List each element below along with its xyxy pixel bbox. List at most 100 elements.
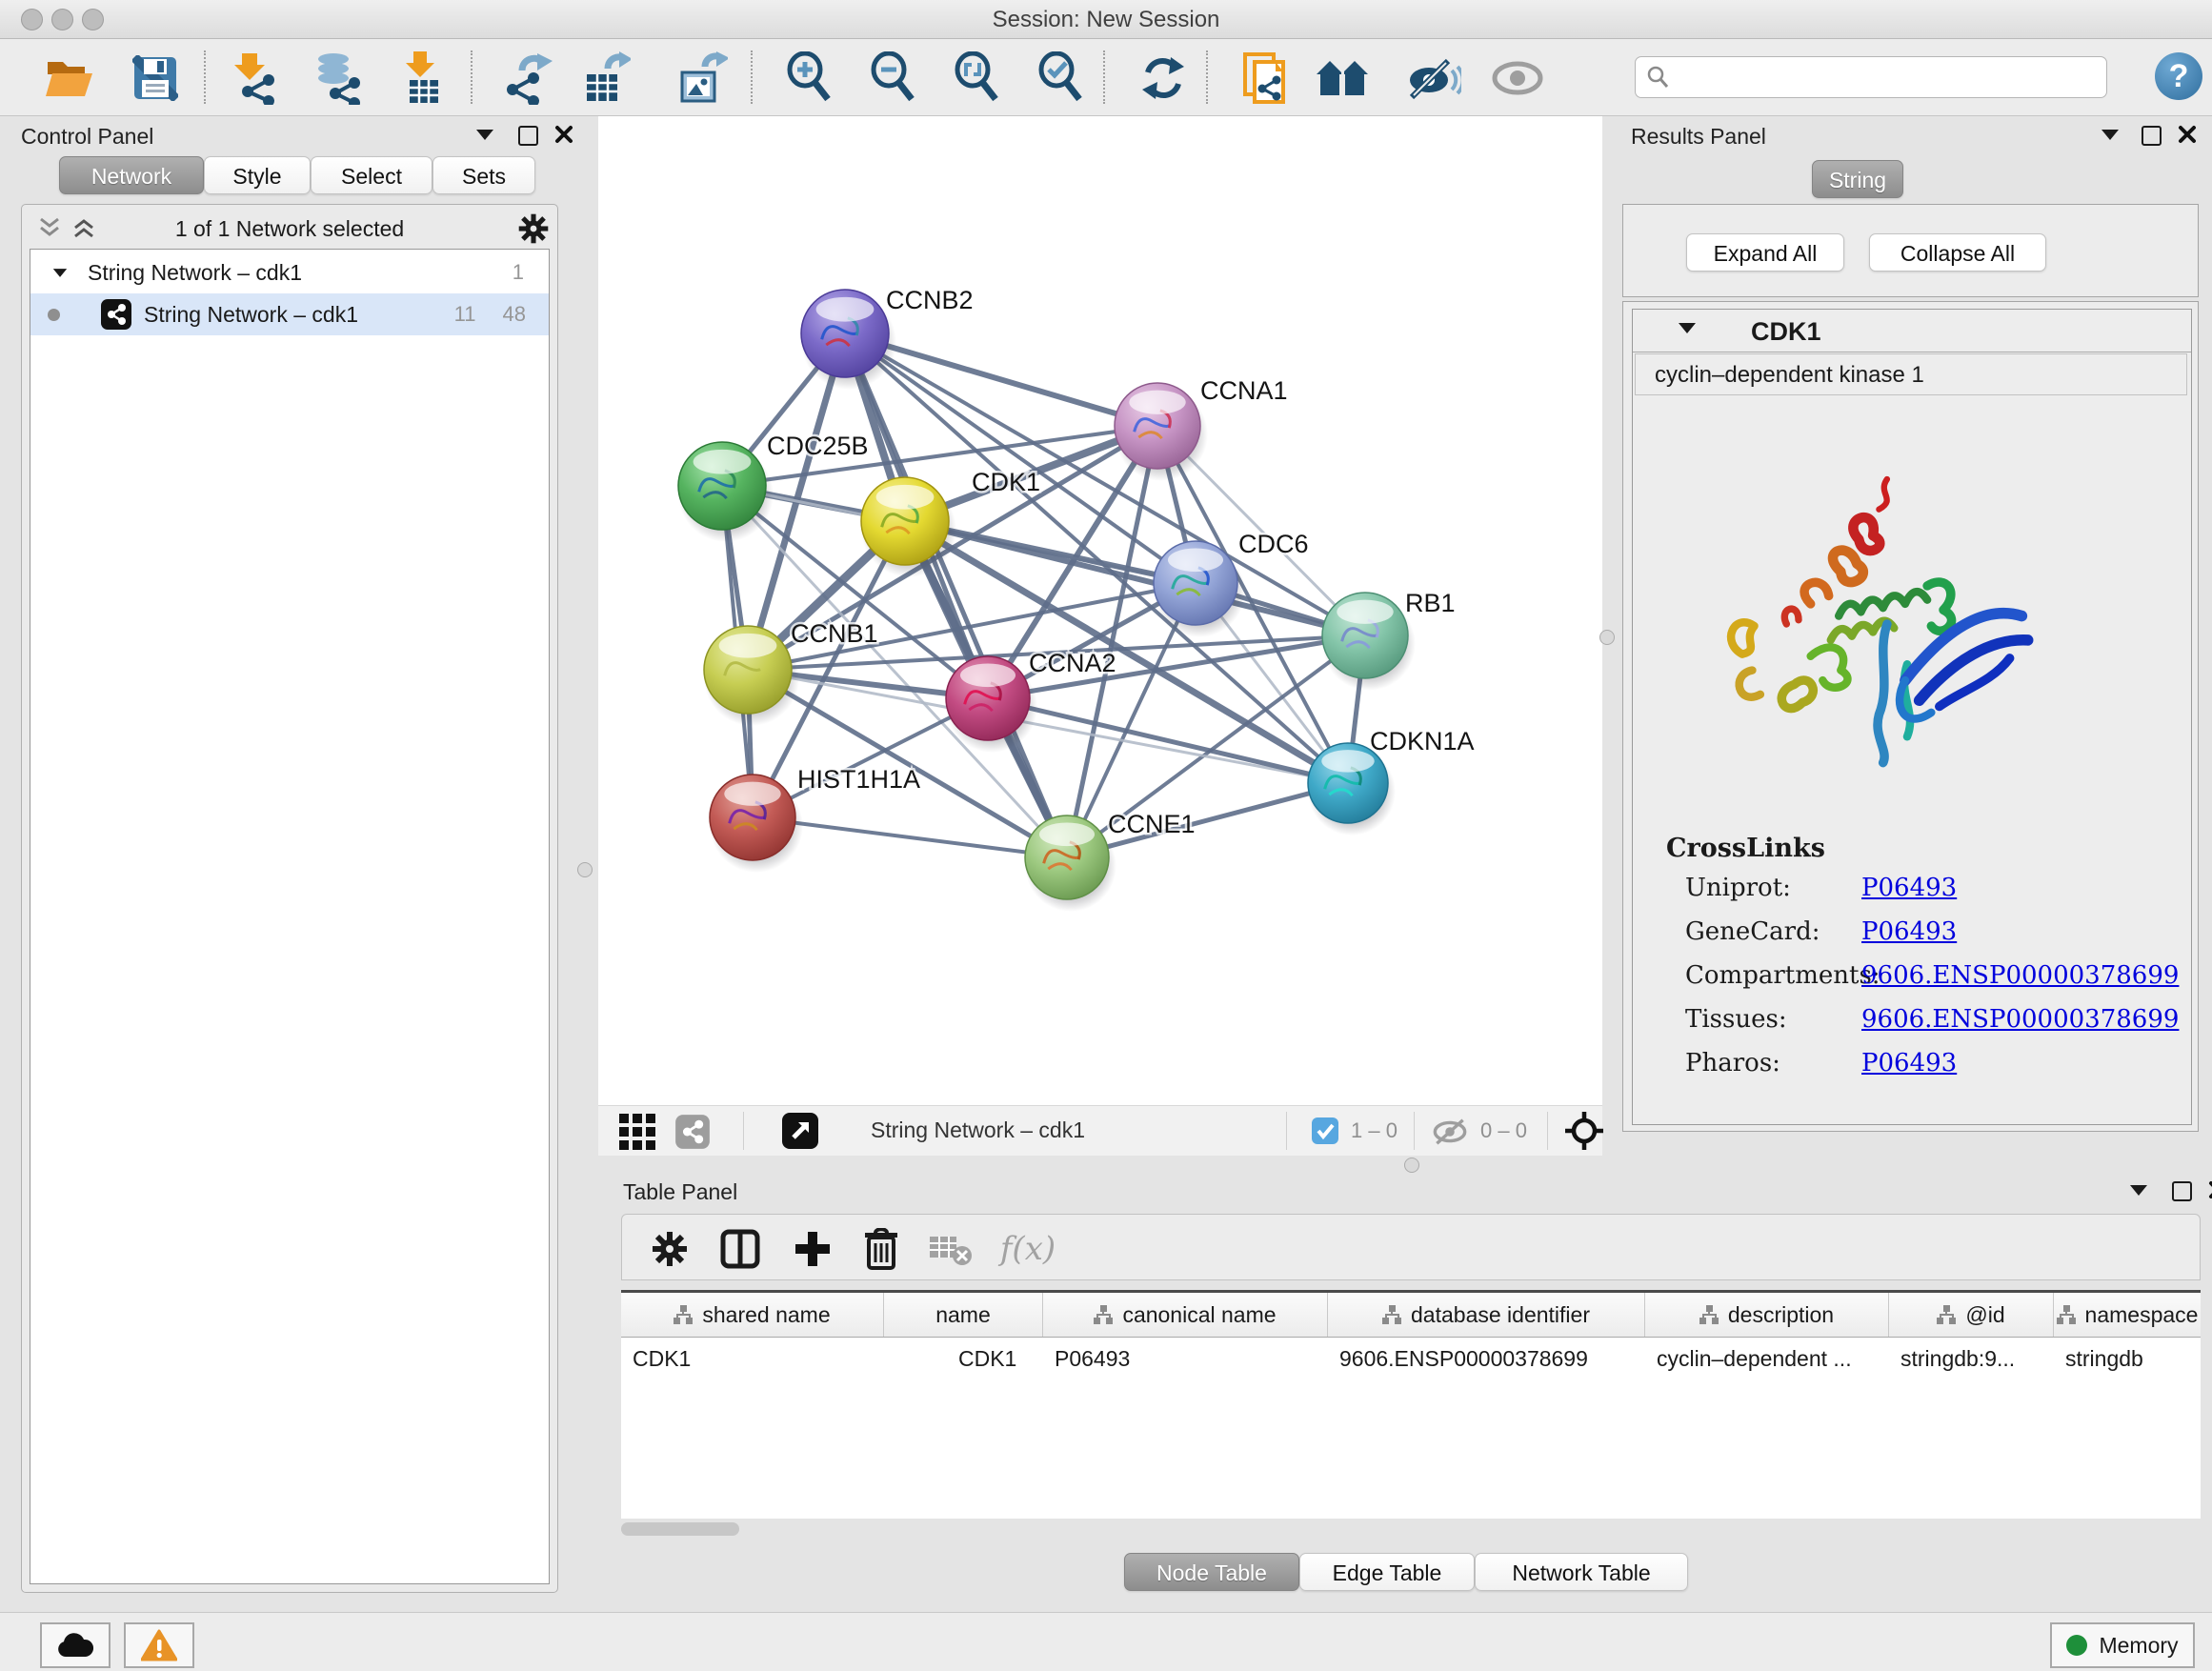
tab-sets[interactable]: Sets (432, 156, 535, 194)
tab-style[interactable]: Style (204, 156, 311, 194)
search-field[interactable] (1635, 56, 2107, 98)
show-columns-icon[interactable] (715, 1224, 765, 1274)
column-header-description[interactable]: description (1645, 1293, 1889, 1337)
import-network-icon[interactable] (227, 50, 282, 106)
warning-status-button[interactable] (124, 1622, 194, 1668)
toolbar-separator (1286, 1112, 1287, 1150)
network-collection-row[interactable]: String Network – cdk1 1 (30, 252, 549, 293)
float-panel-icon[interactable] (2101, 130, 2119, 140)
export-image-icon[interactable] (674, 50, 730, 106)
entry-header[interactable]: CDK1 (1633, 310, 2191, 352)
tab-network[interactable]: Network (59, 156, 204, 194)
table-row[interactable]: CDK1 CDK1 P06493 9606.ENSP00000378699 cy… (621, 1338, 2201, 1379)
help-button[interactable]: ? (2155, 52, 2202, 100)
zoom-out-icon[interactable] (865, 50, 920, 106)
table-options-gear-icon[interactable] (645, 1224, 694, 1274)
gear-icon[interactable] (517, 212, 550, 245)
open-session-icon[interactable] (42, 50, 97, 106)
bottom-splitter-handle[interactable] (1404, 1158, 1419, 1173)
delete-column-trash-icon[interactable] (856, 1224, 906, 1274)
tab-node-table[interactable]: Node Table (1124, 1553, 1299, 1591)
column-header-database-identifier[interactable]: database identifier (1328, 1293, 1645, 1337)
network-node-CDKN1A[interactable]: CDKN1A (1308, 727, 1475, 836)
clone-network-icon[interactable] (1238, 50, 1294, 106)
first-neighbors-icon[interactable] (1315, 50, 1370, 106)
close-panel-icon[interactable] (554, 125, 573, 144)
export-table-icon[interactable] (577, 50, 633, 106)
crosslink-genecard-link[interactable]: P06493 (1861, 917, 1957, 946)
horizontal-scrollbar-thumb[interactable] (621, 1522, 739, 1536)
float-panel-icon[interactable] (2130, 1185, 2147, 1196)
protein-structure-image (1690, 433, 2052, 815)
toolbar-separator (1547, 1112, 1548, 1150)
cloud-status-button[interactable] (40, 1622, 111, 1668)
toolbar-separator (1414, 1112, 1415, 1150)
column-header-name[interactable]: name (884, 1293, 1043, 1337)
network-badge-icon[interactable] (674, 1114, 711, 1150)
column-network-icon (674, 1305, 693, 1324)
hide-selected-icon[interactable] (1406, 50, 1461, 106)
selected-checkbox-icon[interactable] (1311, 1117, 1339, 1145)
maximize-panel-icon[interactable] (2172, 1181, 2192, 1201)
network-status-dot (48, 309, 60, 321)
network-row-selected[interactable]: String Network – cdk1 11 48 (30, 293, 549, 335)
create-column-icon[interactable] (788, 1224, 837, 1274)
column-header-id[interactable]: @id (1889, 1293, 2054, 1337)
function-builder-icon[interactable]: f(x) (990, 1224, 1066, 1274)
crosslink-tissues-link[interactable]: 9606.ENSP00000378699 (1861, 1005, 2179, 1034)
crosslink-label: Pharos: (1685, 1049, 1780, 1077)
collapse-entry-icon[interactable] (1679, 323, 1696, 333)
show-all-icon[interactable] (1490, 50, 1545, 106)
network-node-CCNA1[interactable]: CCNA1 (1115, 376, 1288, 481)
tab-network-table[interactable]: Network Table (1475, 1553, 1688, 1591)
network-node-CDC6[interactable]: CDC6 (1154, 530, 1309, 637)
delete-table-icon[interactable] (925, 1224, 975, 1274)
tree-expand-icon[interactable] (53, 269, 67, 277)
pan-crosshair-icon[interactable] (1564, 1111, 1604, 1151)
maximize-panel-icon[interactable] (518, 126, 538, 146)
left-splitter-handle[interactable] (577, 862, 593, 877)
close-panel-icon[interactable] (2178, 125, 2197, 144)
network-node-label: CCNA2 (1029, 649, 1116, 677)
zoom-in-icon[interactable] (781, 50, 836, 106)
network-graph[interactable]: CCNB2CCNA1CDC25BCDK1CDC6RB1CCNB1CCNA2CDK… (598, 116, 1602, 1105)
collapse-all-button[interactable]: Collapse All (1869, 233, 2046, 272)
tab-string[interactable]: String (1812, 160, 1903, 198)
network-node-HIST1H1A[interactable]: HIST1H1A (710, 765, 920, 873)
zoom-fit-icon[interactable] (949, 50, 1004, 106)
network-row-label: String Network – cdk1 (144, 302, 358, 328)
column-header-canonical-name[interactable]: canonical name (1043, 1293, 1328, 1337)
column-header-namespace[interactable]: namespace (2054, 1293, 2201, 1337)
import-network-from-database-icon[interactable] (311, 50, 366, 106)
export-network-icon[interactable] (499, 50, 554, 106)
network-node-CCNB1[interactable]: CCNB1 (704, 619, 878, 726)
crosslink-uniprot-link[interactable]: P06493 (1861, 874, 1957, 902)
toolbar-separator (751, 50, 753, 104)
network-node-RB1[interactable]: RB1 (1322, 589, 1456, 691)
column-header-shared-name[interactable]: shared name (621, 1293, 884, 1337)
float-panel-icon[interactable] (476, 130, 493, 140)
network-view-canvas[interactable]: CCNB2CCNA1CDC25BCDK1CDC6RB1CCNB1CCNA2CDK… (598, 116, 1602, 1105)
hidden-eye-icon[interactable] (1431, 1117, 1469, 1146)
expand-all-button[interactable]: Expand All (1686, 233, 1844, 272)
maximize-panel-icon[interactable] (2142, 126, 2162, 146)
detach-view-icon[interactable] (781, 1112, 819, 1150)
save-session-icon[interactable] (128, 50, 183, 106)
close-panel-icon[interactable] (2208, 1180, 2212, 1199)
tab-edge-table[interactable]: Edge Table (1299, 1553, 1475, 1591)
network-node-CCNE1[interactable]: CCNE1 (1025, 810, 1196, 912)
results-panel: Results Panel String Expand All Collapse… (1610, 116, 2212, 1174)
zoom-selected-icon[interactable] (1033, 50, 1088, 106)
table-header-row: shared name name canonical name database… (621, 1293, 2201, 1338)
network-node-CCNB2[interactable]: CCNB2 (801, 286, 974, 390)
crosslink-pharos-link[interactable]: P06493 (1861, 1049, 1957, 1077)
import-table-icon[interactable] (394, 50, 450, 106)
birds-eye-view-icon[interactable] (619, 1114, 655, 1150)
apply-layout-icon[interactable] (1136, 50, 1191, 106)
tab-select[interactable]: Select (311, 156, 432, 194)
memory-button[interactable]: Memory (2050, 1622, 2195, 1668)
network-node-CDK1[interactable]: CDK1 (861, 468, 1040, 577)
toolbar-separator (204, 50, 206, 104)
crosslink-compartments-link[interactable]: 9606.ENSP00000378699 (1861, 961, 2179, 990)
search-input[interactable] (1670, 64, 2074, 91)
